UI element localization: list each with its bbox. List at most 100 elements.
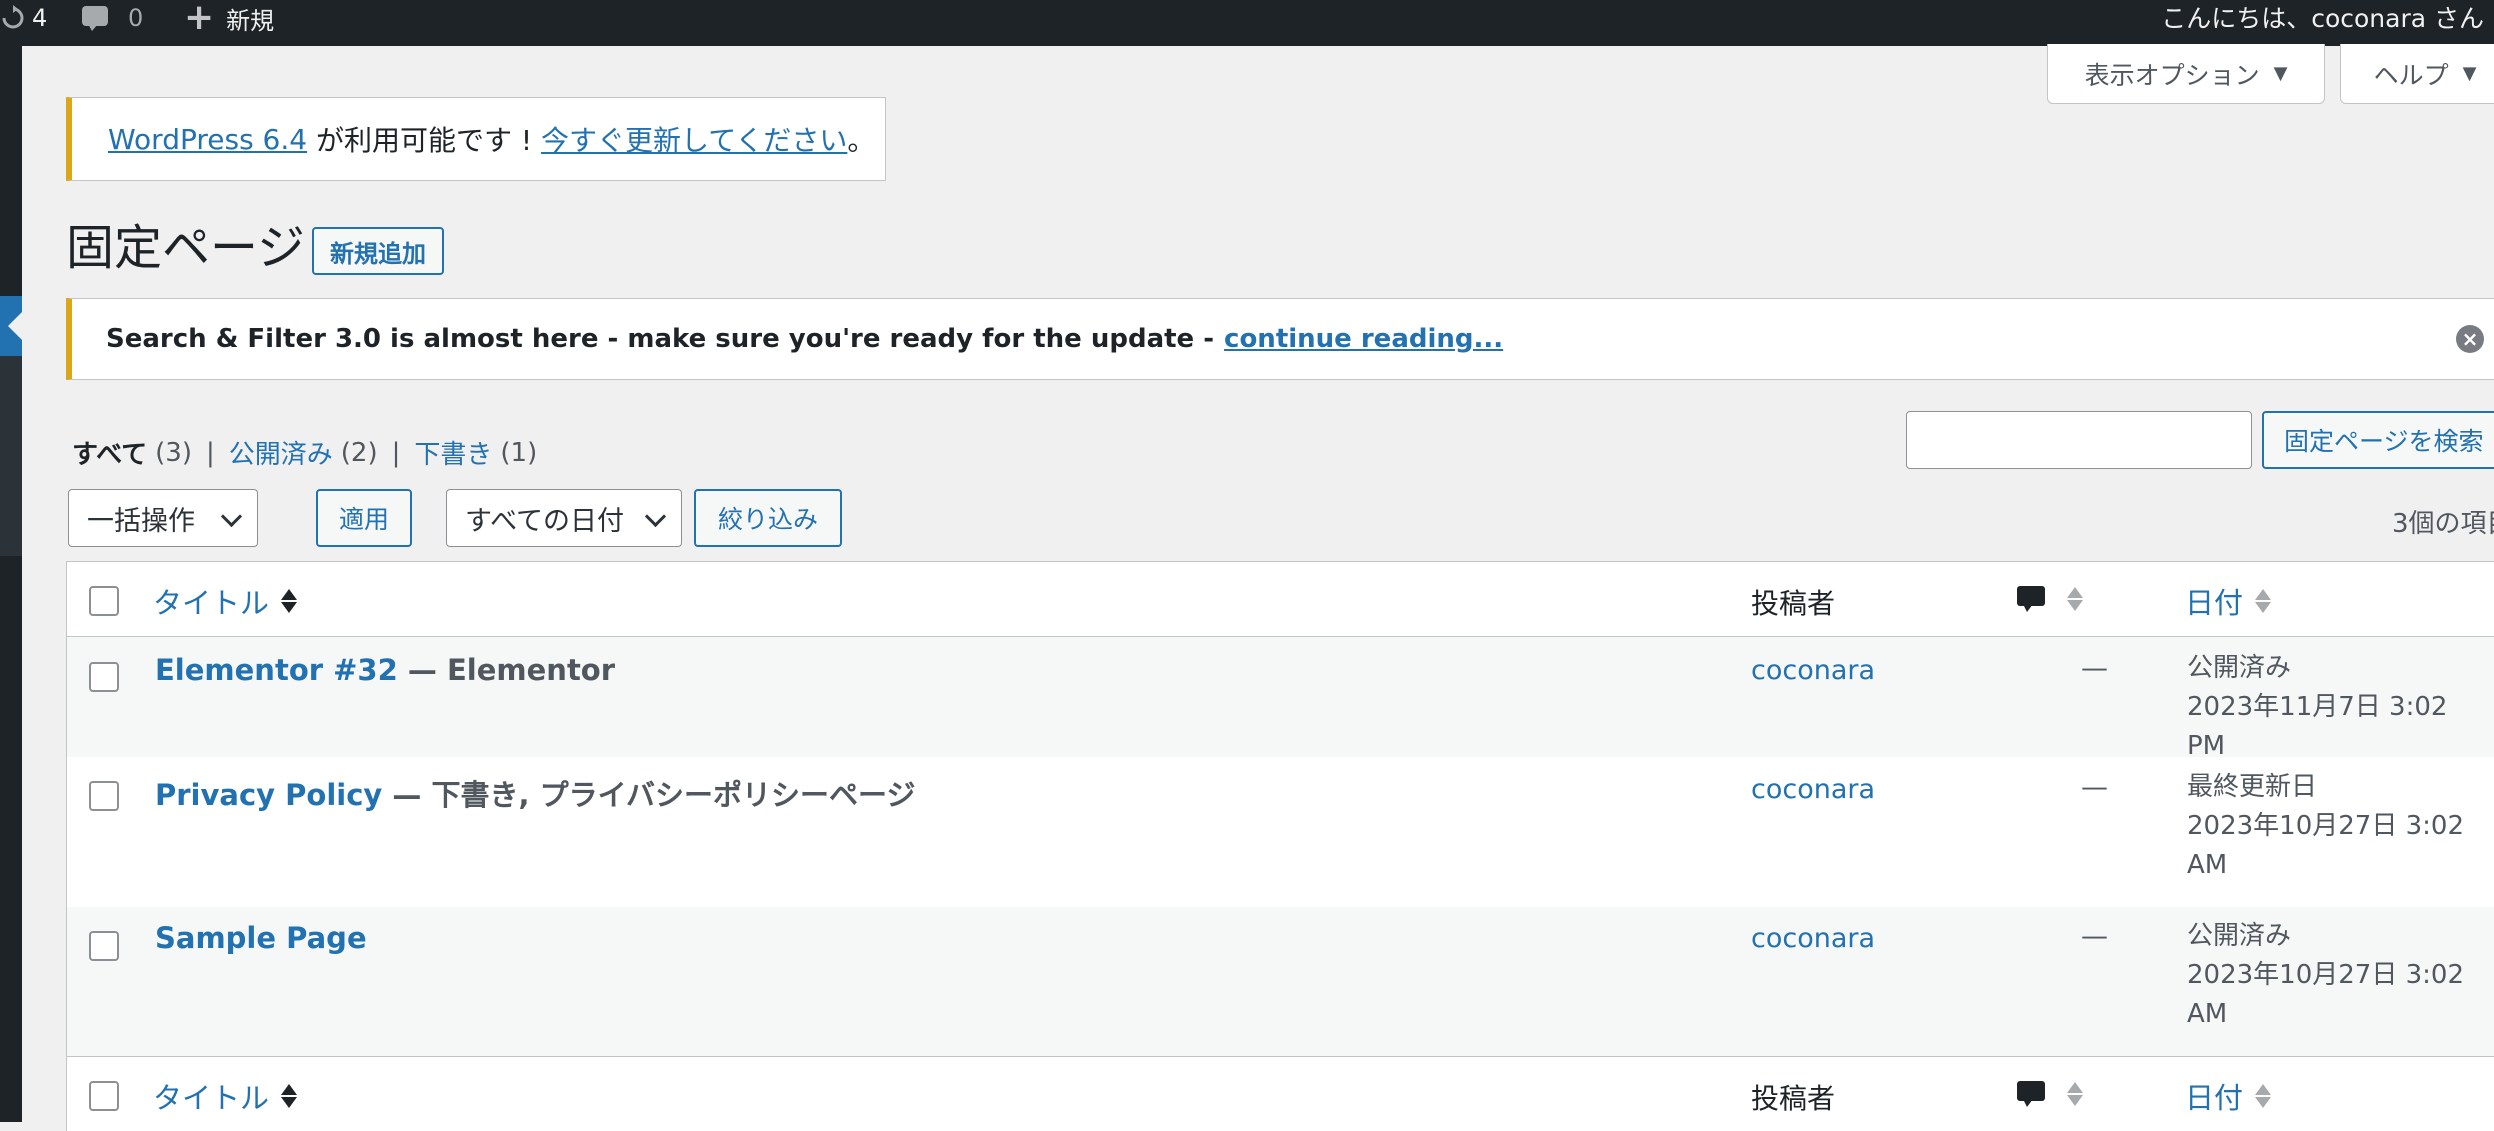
- bulk-action-select[interactable]: 一括操作: [68, 489, 258, 547]
- comment-icon: [2017, 584, 2047, 614]
- sort-arrows-icon: [2067, 1082, 2083, 1106]
- updates-count: 4: [32, 4, 48, 32]
- sort-arrows-icon: [2255, 1084, 2272, 1108]
- row-title: Privacy Policy — 下書き, プライバシーポリシーページ: [155, 772, 915, 814]
- sort-arrows-icon: [2255, 589, 2272, 613]
- view-published-link[interactable]: 公開済み: [229, 434, 333, 471]
- row-date-status: 公開済み: [2187, 921, 2292, 951]
- title-column-footer[interactable]: タイトル: [153, 1075, 298, 1117]
- bulk-action-value: 一括操作: [87, 505, 195, 537]
- row-date-status: 公開済み: [2187, 653, 2292, 683]
- search-pages-input[interactable]: [1906, 411, 2252, 469]
- view-draft-link[interactable]: 下書き: [414, 434, 492, 471]
- table-row: Sample Page coconara — 公開済み 2023年10月27日 …: [67, 907, 2494, 1057]
- row-date-value: 2023年10月27日 3:02 AM: [2187, 960, 2464, 1029]
- items-count: 3個の項目: [2392, 509, 2494, 539]
- row-post-state: — Elementor: [397, 653, 616, 687]
- admin-menu-sidebar: [0, 46, 22, 1122]
- chevron-down-icon: [644, 505, 667, 528]
- row-comments: —: [2081, 921, 2108, 952]
- plus-icon: +: [184, 0, 215, 38]
- row-comments: —: [2081, 772, 2108, 803]
- date-column-header[interactable]: 日付: [2185, 580, 2272, 622]
- view-draft-count: (1): [500, 437, 538, 468]
- view-all-link[interactable]: すべて: [72, 434, 147, 471]
- date-column-footer[interactable]: 日付: [2185, 1075, 2272, 1117]
- row-date: 最終更新日 2023年10月27日 3:02 AM: [2187, 768, 2487, 885]
- comments-count: 0: [128, 4, 144, 32]
- row-author-link[interactable]: coconara: [1751, 774, 1875, 805]
- view-published-count: (2): [340, 437, 378, 468]
- wordpress-version-link[interactable]: WordPress 6.4: [108, 123, 307, 156]
- pages-list-table: タイトル 投稿者 日付 Elementor #32 — Elementor co…: [66, 561, 2494, 1131]
- sort-arrows-icon: [281, 589, 298, 613]
- row-post-state: — 下書き, プライバシーポリシーページ: [382, 778, 916, 812]
- title-column-header[interactable]: タイトル: [153, 580, 298, 622]
- submenu-panel: [0, 356, 22, 556]
- update-nag-end: 。: [847, 124, 876, 157]
- table-footer-row: タイトル 投稿者 日付: [67, 1056, 2494, 1131]
- comment-bubble-icon: [82, 6, 110, 31]
- row-title-link[interactable]: Privacy Policy: [155, 778, 382, 812]
- caret-down-icon: ▼: [2273, 63, 2288, 84]
- current-menu-arrow-icon: [8, 312, 22, 340]
- date-filter-value: すべての日付: [465, 505, 625, 537]
- date-filter-select[interactable]: すべての日付: [446, 489, 682, 547]
- row-date-value: 2023年11月7日 3:02 PM: [2187, 692, 2448, 761]
- update-nag-text: が利用可能です !: [307, 124, 542, 157]
- table-row: Privacy Policy — 下書き, プライバシーポリシーページ coco…: [67, 757, 2494, 907]
- screen-options-tab[interactable]: 表示オプション ▼: [2047, 44, 2325, 104]
- title-column-label: タイトル: [153, 586, 270, 620]
- help-tab[interactable]: ヘルプ ▼: [2340, 44, 2494, 104]
- row-checkbox[interactable]: [89, 931, 119, 961]
- comment-icon: [2017, 1079, 2047, 1109]
- dismiss-notice-icon[interactable]: ×: [2456, 325, 2484, 353]
- update-now-link[interactable]: 今すぐ更新してください: [541, 119, 847, 159]
- chevron-down-icon: [220, 505, 243, 528]
- row-date-status: 最終更新日: [2187, 772, 2318, 802]
- sort-arrows-icon: [2067, 587, 2083, 611]
- select-all-checkbox[interactable]: [89, 1081, 119, 1111]
- comments-column-footer[interactable]: [2017, 1079, 2083, 1109]
- view-separator: |: [391, 437, 401, 468]
- row-checkbox[interactable]: [89, 781, 119, 811]
- comments-menu[interactable]: 0: [82, 0, 143, 36]
- row-title: Sample Page: [155, 921, 367, 955]
- row-title-link[interactable]: Sample Page: [155, 921, 367, 955]
- row-comments: —: [2081, 653, 2108, 684]
- row-title-link[interactable]: Elementor #32: [155, 653, 398, 687]
- author-column-footer: 投稿者: [1751, 1082, 1836, 1115]
- add-new-page-button[interactable]: 新規追加: [312, 227, 444, 275]
- table-row: Elementor #32 — Elementor coconara — 公開済…: [67, 637, 2494, 761]
- table-header-row: タイトル 投稿者 日付: [67, 562, 2494, 637]
- row-date: 公開済み 2023年11月7日 3:02 PM: [2187, 649, 2487, 766]
- filter-button[interactable]: 絞り込み: [694, 489, 842, 547]
- comments-column-header[interactable]: [2017, 584, 2083, 614]
- select-all-checkbox[interactable]: [89, 586, 119, 616]
- updates-icon: [2, 5, 24, 29]
- title-column-label: タイトル: [153, 1081, 270, 1115]
- my-account-greeting[interactable]: こんにちは、coconara さん: [2161, 0, 2484, 34]
- admin-bar: 4 0 + 新規 こんにちは、coconara さん: [0, 0, 2494, 46]
- caret-down-icon: ▼: [2462, 63, 2477, 84]
- row-author-link[interactable]: coconara: [1751, 923, 1875, 954]
- continue-reading-link[interactable]: continue reading...: [1224, 324, 1503, 354]
- plugin-notice-text: Search & Filter 3.0 is almost here - mak…: [106, 324, 1215, 354]
- row-date: 公開済み 2023年10月27日 3:02 AM: [2187, 917, 2487, 1034]
- row-date-value: 2023年10月27日 3:02 AM: [2187, 811, 2464, 880]
- sort-arrows-icon: [281, 1084, 298, 1108]
- new-content-menu[interactable]: + 新規: [184, 0, 274, 36]
- date-column-label: 日付: [2185, 586, 2244, 620]
- author-column-header: 投稿者: [1751, 587, 1836, 620]
- view-separator: |: [205, 437, 215, 468]
- screen-options-label: 表示オプション: [2084, 60, 2260, 90]
- new-content-label: 新規: [226, 6, 275, 35]
- apply-button[interactable]: 適用: [316, 489, 412, 547]
- updates-menu[interactable]: 4: [0, 0, 47, 36]
- date-column-label: 日付: [2185, 1081, 2244, 1115]
- row-checkbox[interactable]: [89, 662, 119, 692]
- status-filter-links: すべて (3) | 公開済み (2) | 下書き (1): [72, 434, 537, 471]
- help-label: ヘルプ: [2373, 60, 2449, 90]
- row-author-link[interactable]: coconara: [1751, 655, 1875, 686]
- search-pages-button[interactable]: 固定ページを検索: [2262, 411, 2494, 469]
